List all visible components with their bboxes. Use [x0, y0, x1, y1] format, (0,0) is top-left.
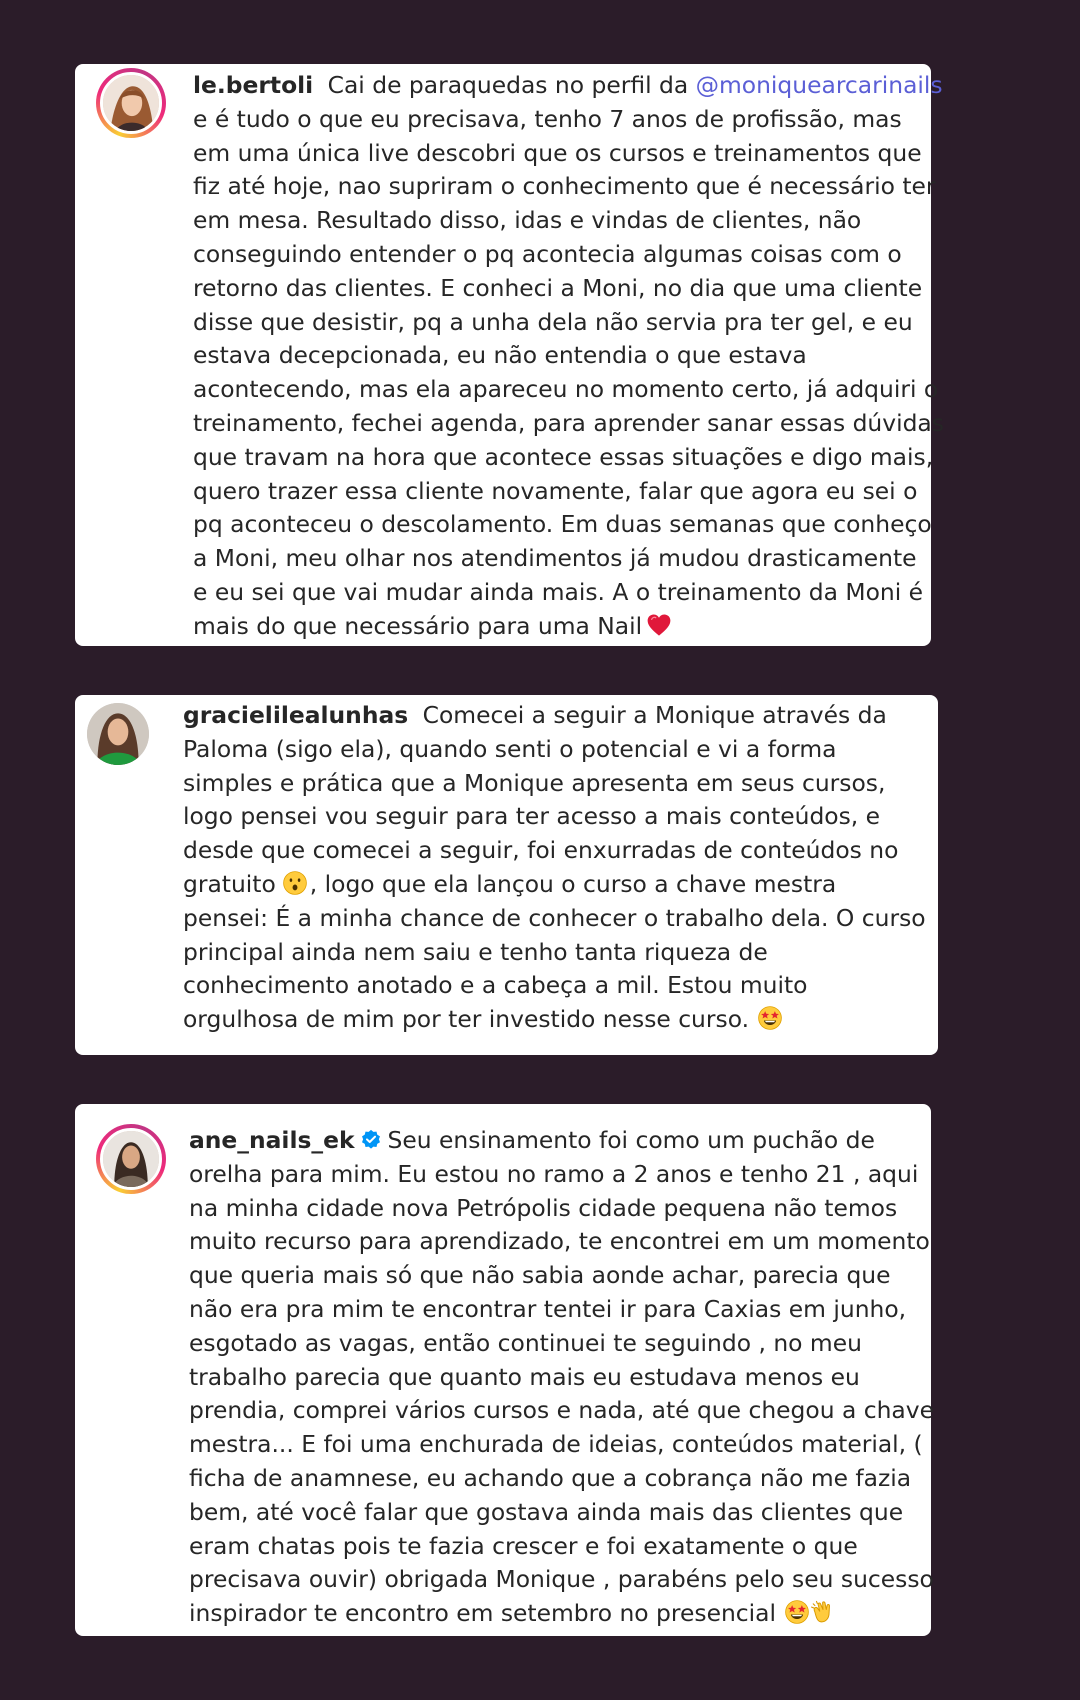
username-link[interactable]: gracielilealunhas: [183, 701, 408, 729]
comment-line: que queria mais só que não sabia aonde a…: [189, 1261, 891, 1290]
comment-line: principal ainda nem saiu e tenho tanta r…: [183, 937, 768, 966]
comment-line: simples e prática que a Monique apresent…: [183, 768, 886, 797]
comment-text: ane_nails_ek Seu ensinamento foi como um …: [189, 1124, 934, 1631]
avatar[interactable]: [96, 68, 166, 138]
comment-line: conseguindo entender o pq acontecia algu…: [193, 239, 902, 268]
comment-line: acontecendo, mas ela apareceu no momento…: [193, 375, 939, 404]
comment-line: mestra... E foi uma enchurada de ideias,…: [189, 1430, 923, 1459]
comment-line: inspirador te encontro em setembro no pr…: [189, 1597, 934, 1631]
comment-line: fiz até hoje, nao supriram o conheciment…: [193, 172, 936, 201]
comment-line: e eu sei que vai mudar ainda mais. A o t…: [193, 577, 924, 606]
comment-line: le.bertoli Cai de paraquedas no perfil d…: [193, 71, 943, 99]
comment-line: Paloma (sigo ela), quando senti o potenc…: [183, 734, 837, 763]
comment-line: estava decepcionada, eu não entendia o q…: [193, 341, 807, 370]
star-struck-icon: [785, 1600, 809, 1624]
comment-line: muito recurso para aprendizado, te encon…: [189, 1227, 930, 1256]
comment-line: ane_nails_ek Seu ensinamento foi como um …: [189, 1126, 875, 1154]
comment-line: pensei: É a minha chance de conhecer o t…: [183, 903, 926, 932]
comment-text: gracielilealunhas Comecei a seguir a Mon…: [183, 699, 926, 1037]
comment-line: gracielilealunhas Comecei a seguir a Mon…: [183, 701, 887, 729]
comment-line: precisava ouvir) obrigada Monique , para…: [189, 1565, 934, 1594]
comment-line: esgotado as vagas, então continuei te se…: [189, 1328, 862, 1357]
username-link[interactable]: le.bertoli: [193, 71, 313, 99]
comment-line: desde que comecei a seguir, foi enxurrad…: [183, 836, 899, 865]
comment-line: em uma única live descobri que os cursos…: [193, 138, 922, 167]
comment-line: gratuito, logo que ela lançou o curso a …: [183, 869, 837, 898]
comment-line: retorno das clientes. E conheci a Moni, …: [193, 273, 923, 302]
comment-line: quero trazer essa cliente novamente, fal…: [193, 476, 918, 505]
red-heart-icon: [647, 614, 671, 636]
comment-card: le.bertoli Cai de paraquedas no perfil d…: [75, 64, 944, 646]
comment-line: pq aconteceu o descolamento. Em duas sem…: [193, 510, 932, 539]
avatar[interactable]: [87, 703, 149, 765]
comment-line: bem, até você falar que gostava ainda ma…: [189, 1497, 904, 1526]
comment-line: eram chatas pois te fazia crescer e foi …: [189, 1531, 858, 1560]
star-struck-icon: [758, 1006, 782, 1030]
comment-line: na minha cidade nova Petrópolis cidade p…: [189, 1193, 898, 1222]
verified-badge-icon: [361, 1129, 380, 1149]
comment-line: não era pra mim te encontrar tentei ir p…: [189, 1294, 907, 1323]
comment-line: e é tudo o que eu precisava, tenho 7 ano…: [193, 104, 902, 133]
comment-line: conhecimento anotado e a cabeça a mil. E…: [183, 971, 808, 1000]
comment-line: ficha de anamnese, eu achando que a cobr…: [189, 1463, 912, 1492]
mention-link[interactable]: @moniquearcarinails: [696, 71, 943, 99]
comment-line: trabalho parecia que quanto mais eu estu…: [189, 1362, 860, 1391]
comment-line: orgulhosa de mim por ter investido nesse…: [183, 1003, 926, 1037]
comment-line: a Moni, meu olhar nos atendimentos já mu…: [193, 544, 917, 573]
avatar[interactable]: [96, 1124, 166, 1194]
comment-line: prendia, comprei vários cursos e nada, a…: [189, 1396, 934, 1425]
comment-line: disse que desistir, pq a unha dela não s…: [193, 307, 913, 336]
hushed-face-icon: [283, 871, 307, 895]
profile-photo-icon: [100, 72, 162, 134]
profile-photo-icon: [100, 1128, 162, 1190]
clapping-hands-icon: [811, 1601, 830, 1623]
comment-line: em mesa. Resultado disso, idas e vindas …: [193, 206, 862, 235]
comment-line: mais do que necessário para uma Nail: [193, 610, 944, 644]
comment-card: ane_nails_ek Seu ensinamento foi como um …: [75, 1104, 934, 1636]
comment-line: treinamento, fechei agenda, para aprende…: [193, 408, 944, 437]
comment-line: que travam na hora que acontece essas si…: [193, 442, 934, 471]
comment-card: gracielilealunhas Comecei a seguir a Mon…: [75, 695, 938, 1055]
profile-photo-icon: [87, 703, 149, 765]
username-link[interactable]: ane_nails_ek: [189, 1126, 355, 1154]
comment-text: le.bertoli Cai de paraquedas no perfil d…: [193, 69, 944, 644]
comment-line: orelha para mim. Eu estou no ramo a 2 an…: [189, 1159, 919, 1188]
comment-line: logo pensei vou seguir para ter acesso a…: [183, 802, 881, 831]
